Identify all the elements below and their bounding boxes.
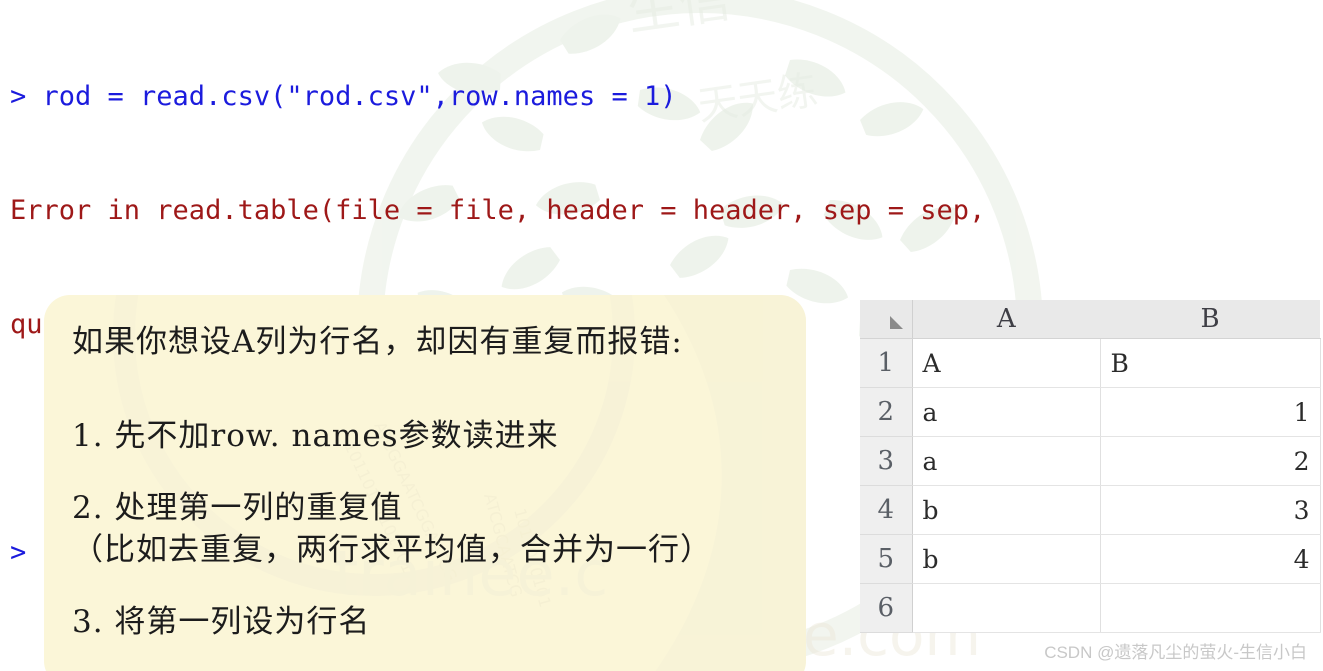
cell-b1[interactable]: B [1100, 338, 1321, 388]
select-all-button[interactable] [860, 300, 913, 339]
table-row[interactable]: 3 a 2 [860, 436, 1321, 486]
console-line-command-1: > rod = read.csv("rod.csv",row.names = 1… [10, 81, 677, 112]
cell-a5[interactable]: b [911, 534, 1101, 584]
spreadsheet[interactable]: A B 1 A B 2 a 1 3 a 2 4 b 3 5 b 4 6 [860, 300, 1321, 633]
table-row[interactable]: 1 A B [860, 338, 1321, 388]
corner-triangle-icon [889, 316, 903, 329]
cell-a1[interactable]: A [911, 338, 1101, 388]
cell-b4[interactable]: 3 [1100, 485, 1321, 535]
row-header-3[interactable]: 3 [860, 436, 913, 486]
row-header-5[interactable]: 5 [860, 534, 913, 584]
table-row[interactable]: 6 [860, 583, 1321, 633]
console-line-error-1: Error in read.table(file = file, header … [10, 195, 986, 226]
cell-b2[interactable]: 1 [1100, 387, 1321, 437]
cell-b5[interactable]: 4 [1100, 534, 1321, 584]
note-card-step-1: 1. 先不加row. names参数读进来 [72, 418, 559, 454]
table-row[interactable]: 5 b 4 [860, 534, 1321, 584]
note-card-step-3: 3. 将第一列设为行名 [72, 604, 371, 640]
column-header-a[interactable]: A [912, 300, 1100, 339]
row-header-4[interactable]: 4 [860, 485, 913, 535]
cell-b6[interactable] [1100, 583, 1321, 633]
note-card-step-2: 2. 处理第一列的重复值 [72, 490, 403, 526]
column-header-b[interactable]: B [1100, 300, 1320, 339]
row-header-6[interactable]: 6 [860, 583, 913, 633]
cell-a6[interactable] [911, 583, 1101, 633]
spreadsheet-column-header-row: A B [860, 300, 1320, 339]
screenshot-canvas: 生信 天天练 datrainee.com > rod = read.csv("r… [0, 0, 1323, 671]
cell-a3[interactable]: a [911, 436, 1101, 486]
note-card-title: 如果你想设A列为行名，却因有重复而报错: [72, 324, 683, 360]
table-row[interactable]: 2 a 1 [860, 387, 1321, 437]
note-card-step-2-detail: （比如去重复，两行求平均值，合并为一行） [72, 532, 712, 568]
cell-a4[interactable]: b [911, 485, 1101, 535]
row-header-1[interactable]: 1 [860, 338, 913, 388]
cell-b3[interactable]: 2 [1100, 436, 1321, 486]
csdn-watermark: CSDN @遗落凡尘的萤火-生信小白 [1044, 643, 1307, 662]
cell-a2[interactable]: a [911, 387, 1101, 437]
table-row[interactable]: 4 b 3 [860, 485, 1321, 535]
row-header-2[interactable]: 2 [860, 387, 913, 437]
note-card: ATCGGAATCGGAATCG 10110101101101 ATCGCAAT… [44, 295, 806, 671]
